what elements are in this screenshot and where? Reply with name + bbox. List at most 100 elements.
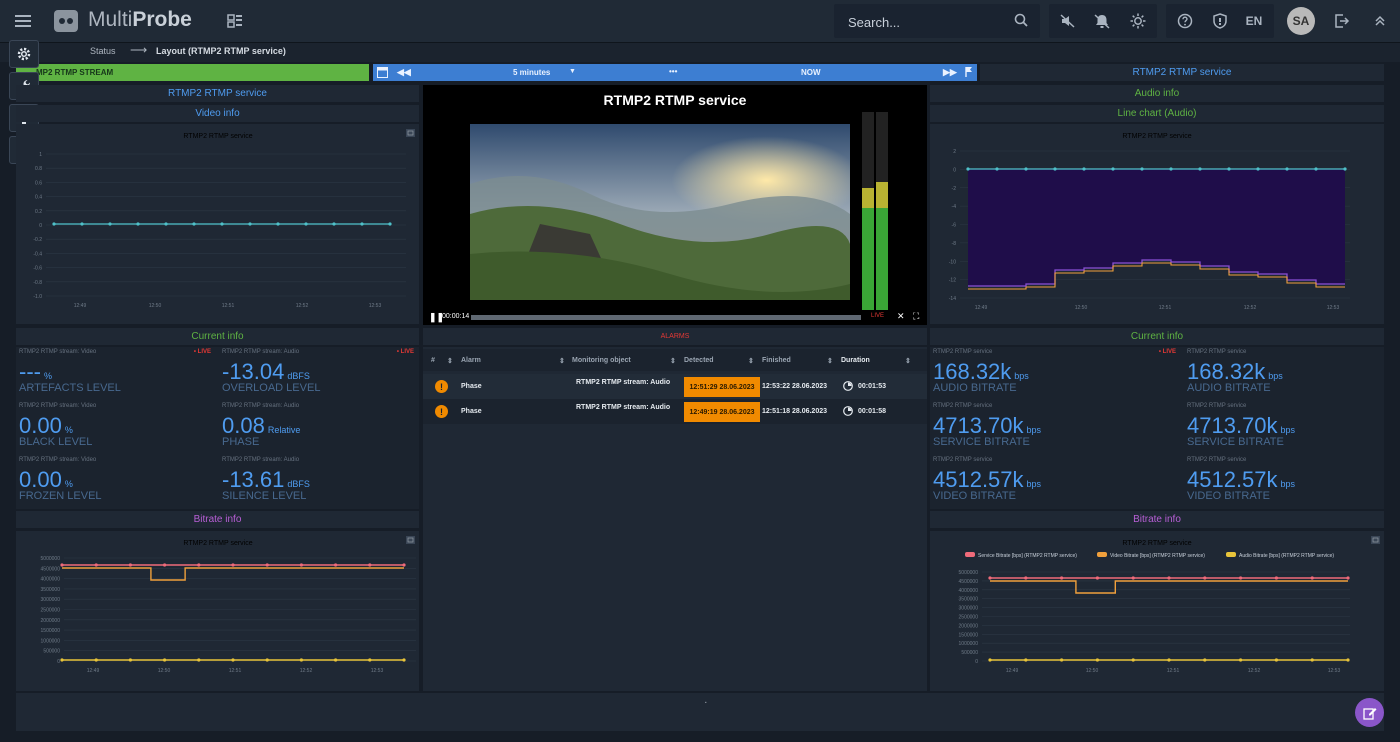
sort-icon[interactable]: ⇕ xyxy=(559,357,565,365)
x-tick-label: 12:50 xyxy=(1086,668,1099,674)
metric-name: SERVICE BITRATE xyxy=(1187,436,1284,448)
data-point xyxy=(94,658,98,662)
theme-sun-icon[interactable] xyxy=(1127,0,1149,42)
col-finished[interactable]: Finished xyxy=(762,357,791,364)
notifications-off-icon[interactable] xyxy=(1091,0,1113,42)
data-point xyxy=(368,658,372,662)
user-avatar[interactable]: SA xyxy=(1287,7,1315,35)
left-bitrate-chart: RTMP2 RTMP service 500000045000004000000… xyxy=(41,536,416,674)
x-tick-label: 12:52 xyxy=(1244,305,1257,311)
chevron-down-icon[interactable]: ▼ xyxy=(569,68,576,75)
x-tick-label: 12:49 xyxy=(74,303,87,309)
metric-name: AUDIO BITRATE xyxy=(1187,382,1271,394)
mute-icon[interactable]: ✕ xyxy=(897,311,905,322)
video-bitrate-line xyxy=(62,567,404,581)
resize-handle-icon[interactable]: ⠁ xyxy=(704,701,710,710)
clock-icon xyxy=(843,381,853,393)
rewind-icon[interactable]: ◀◀ xyxy=(397,67,411,78)
stream-timeline-bar[interactable]: MP2 RTMP STREAM xyxy=(16,64,369,81)
sort-icon[interactable]: ⇕ xyxy=(748,357,754,365)
alarm-type: Phase xyxy=(461,383,482,390)
data-point xyxy=(231,658,235,662)
timeline-dots[interactable]: ••• xyxy=(669,67,677,76)
metric-unit: bps xyxy=(1026,425,1042,435)
alarm-row[interactable]: ! Phase RTMP2 RTMP stream: Audio 12:51:29 2… xyxy=(423,374,927,399)
search-input[interactable] xyxy=(846,12,1010,32)
legend-item[interactable]: Video Bitrate [bps] (RTMP2 RTMP service) xyxy=(1110,553,1205,559)
y-tick-label: 3500000 xyxy=(41,587,61,593)
collapse-up-icon[interactable] xyxy=(1369,0,1391,42)
y-tick-label: 2000000 xyxy=(959,623,979,629)
range-select[interactable]: 5 minutes xyxy=(513,68,550,77)
edit-layout-button[interactable] xyxy=(1355,698,1384,727)
data-point xyxy=(1131,658,1135,662)
data-point xyxy=(1256,167,1260,171)
data-point xyxy=(164,222,168,226)
alarm-row[interactable]: ! Phase RTMP2 RTMP stream: Audio 12:49:19 2… xyxy=(423,399,927,424)
metric-source: RTMP2 RTMP stream: Audio xyxy=(222,457,300,463)
shield-icon[interactable] xyxy=(1209,0,1231,42)
help-icon[interactable] xyxy=(1174,0,1196,42)
monitoring-object[interactable]: RTMP2 RTMP stream: Audio xyxy=(576,378,671,388)
data-point xyxy=(197,563,201,567)
calendar-icon[interactable] xyxy=(377,66,388,80)
sort-icon[interactable]: ⇕ xyxy=(447,357,453,365)
legend-item[interactable]: Audio Bitrate [bps] (RTMP2 RTMP service) xyxy=(1239,553,1334,559)
chart-expand-icon[interactable] xyxy=(406,536,415,544)
metric-unit: bps xyxy=(1280,479,1296,489)
data-point xyxy=(1346,576,1350,580)
current-info-cell: RTMP2 RTMP stream: Audio • LIVE -13.04 dBFS… xyxy=(219,347,420,401)
metric-source: RTMP2 RTMP service xyxy=(933,457,993,463)
search-icon[interactable] xyxy=(1014,13,1028,32)
col-alarm[interactable]: Alarm xyxy=(461,357,481,364)
x-tick-label: 12:53 xyxy=(371,668,384,674)
left-bitrate-info-title: Bitrate info xyxy=(16,511,419,528)
seek-bar[interactable] xyxy=(471,315,861,320)
language-selector[interactable]: EN xyxy=(1242,0,1266,42)
breadcrumb-current: Layout (RTMP2 RTMP service) xyxy=(156,46,286,56)
data-point xyxy=(1024,658,1028,662)
stream-label: MP2 RTMP STREAM xyxy=(36,68,114,77)
col-duration[interactable]: Duration xyxy=(841,357,870,364)
sound-off-icon[interactable] xyxy=(1057,0,1079,42)
forward-icon[interactable]: ▶▶ xyxy=(943,67,957,78)
sort-icon[interactable]: ⇕ xyxy=(670,357,676,365)
monitoring-object[interactable]: RTMP2 RTMP stream: Audio xyxy=(576,403,671,413)
data-point xyxy=(1131,576,1135,580)
video-player[interactable]: RTMP2 RTMP service ❚❚ 00:00:14 LIVE ✕ ⛶ xyxy=(423,85,927,325)
data-point xyxy=(1082,167,1086,171)
logout-icon[interactable] xyxy=(1331,0,1353,42)
warning-icon: ! xyxy=(435,380,448,393)
fullscreen-icon[interactable]: ⛶ xyxy=(913,311,919,322)
data-point xyxy=(220,222,224,226)
current-info-cell: RTMP2 RTMP service• LIVE168.32kbpsAUDIO … xyxy=(1184,347,1400,401)
now-button[interactable]: NOW xyxy=(801,68,821,77)
left-current-info-panel: RTMP2 RTMP stream: Video • LIVE ---% ARTEFA… xyxy=(16,347,419,509)
col-num[interactable]: # xyxy=(431,357,435,364)
x-tick-label: 12:50 xyxy=(149,303,162,309)
breadcrumb-root[interactable]: Status xyxy=(90,46,116,56)
chart-expand-icon[interactable] xyxy=(1371,536,1380,544)
live-indicator: LIVE xyxy=(871,313,885,319)
metric-number: 4512.57k xyxy=(933,467,1024,492)
y-tick-label: 0 xyxy=(953,167,956,173)
data-point xyxy=(231,563,235,567)
settings-gear-icon[interactable] xyxy=(9,40,39,68)
flag-icon[interactable] xyxy=(965,66,973,80)
data-point xyxy=(192,222,196,226)
metric-unit: Relative xyxy=(267,425,301,435)
col-detected[interactable]: Detected xyxy=(684,357,714,364)
data-point xyxy=(1095,658,1099,662)
menu-icon[interactable] xyxy=(8,0,38,42)
col-monitoring-object[interactable]: Monitoring object xyxy=(572,357,631,364)
sort-icon[interactable]: ⇕ xyxy=(905,357,911,365)
metric-unit: bps xyxy=(1014,371,1029,381)
x-tick-label: 12:53 xyxy=(1328,668,1341,674)
y-tick-label: 4500000 xyxy=(41,566,61,572)
legend-item[interactable]: Service Bitrate [bps] (RTMP2 RTMP servic… xyxy=(978,553,1077,559)
chart-expand-icon[interactable] xyxy=(406,129,415,137)
data-point xyxy=(60,563,64,567)
sort-icon[interactable]: ⇕ xyxy=(827,357,833,365)
data-point xyxy=(1314,167,1318,171)
layout-grid-icon[interactable] xyxy=(224,0,246,42)
